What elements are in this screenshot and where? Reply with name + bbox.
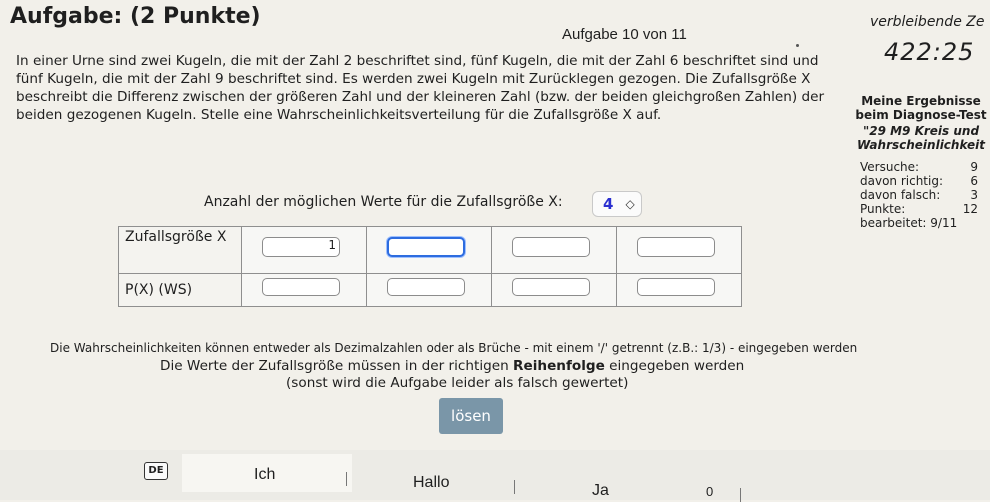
task-title: Aufgabe: (2 Punkte) — [10, 4, 261, 29]
value-count-value: 4 — [603, 195, 614, 213]
results-heading: Meine Ergebnisse beim Diagnose-Test — [855, 94, 987, 122]
stat-row: davon falsch: 3 — [860, 188, 978, 202]
countdown-timer: 422:25 — [884, 38, 975, 66]
distribution-table: Zufallsgröße X 1 P(X) (WS) — [118, 226, 742, 307]
emoji-hint-key[interactable]: 0 — [706, 484, 713, 499]
row-label-x: Zufallsgröße X — [118, 226, 242, 274]
p-value-input-2[interactable] — [387, 278, 465, 296]
table-row: P(X) (WS) — [118, 273, 742, 307]
results-panel: Meine Ergebnisse beim Diagnose-Test "29 … — [846, 94, 990, 230]
task-counter: Aufgabe 10 von 11 — [562, 26, 687, 43]
value-count-stepper[interactable]: 4 ◇ — [592, 191, 642, 217]
x-value-input-2[interactable] — [387, 237, 465, 257]
suggestion-divider — [514, 480, 515, 494]
suggestion-divider — [346, 472, 347, 486]
value-count-label: Anzahl der möglichen Werte für die Zufal… — [204, 194, 563, 210]
order-hint: Die Werte der Zufallsgröße müssen in der… — [160, 358, 745, 374]
row-label-p: P(X) (WS) — [118, 273, 242, 307]
x-value-input-4[interactable] — [637, 237, 715, 257]
input-hint: Die Wahrscheinlichkeiten können entweder… — [50, 341, 858, 355]
p-value-input-4[interactable] — [637, 278, 715, 296]
chevron-updown-icon[interactable]: ◇ — [625, 197, 634, 211]
suggestion-hallo[interactable]: Hallo — [413, 474, 449, 492]
separator-dot — [796, 44, 799, 47]
order-warning: (sonst wird die Aufgabe leider als falsc… — [286, 375, 629, 391]
language-key[interactable]: DE — [144, 462, 168, 480]
stat-row: Versuche: 9 — [860, 160, 978, 174]
remaining-time-label: verbleibende Ze — [870, 14, 985, 30]
x-value-input-3[interactable] — [512, 237, 590, 257]
suggestion-ich[interactable]: Ich — [254, 466, 275, 484]
results-test-name: "29 M9 Kreis und Wahrscheinlichkeit — [857, 124, 985, 152]
table-row: Zufallsgröße X 1 — [118, 226, 742, 274]
task-description: In einer Urne sind zwei Kugeln, die mit … — [16, 53, 825, 123]
solve-button[interactable]: lösen — [439, 398, 503, 434]
stat-processed: bearbeitet: 9/11 — [860, 216, 958, 230]
stat-row: Punkte: 12 — [860, 202, 978, 216]
stat-row: davon richtig: 6 — [860, 174, 978, 188]
x-value-input-1[interactable]: 1 — [262, 237, 340, 257]
suggestion-ja[interactable]: Ja — [592, 482, 609, 500]
results-stats: Versuche: 9 davon richtig: 6 davon falsch:… — [846, 160, 990, 230]
p-value-input-3[interactable] — [512, 278, 590, 296]
p-value-input-1[interactable] — [262, 278, 340, 296]
